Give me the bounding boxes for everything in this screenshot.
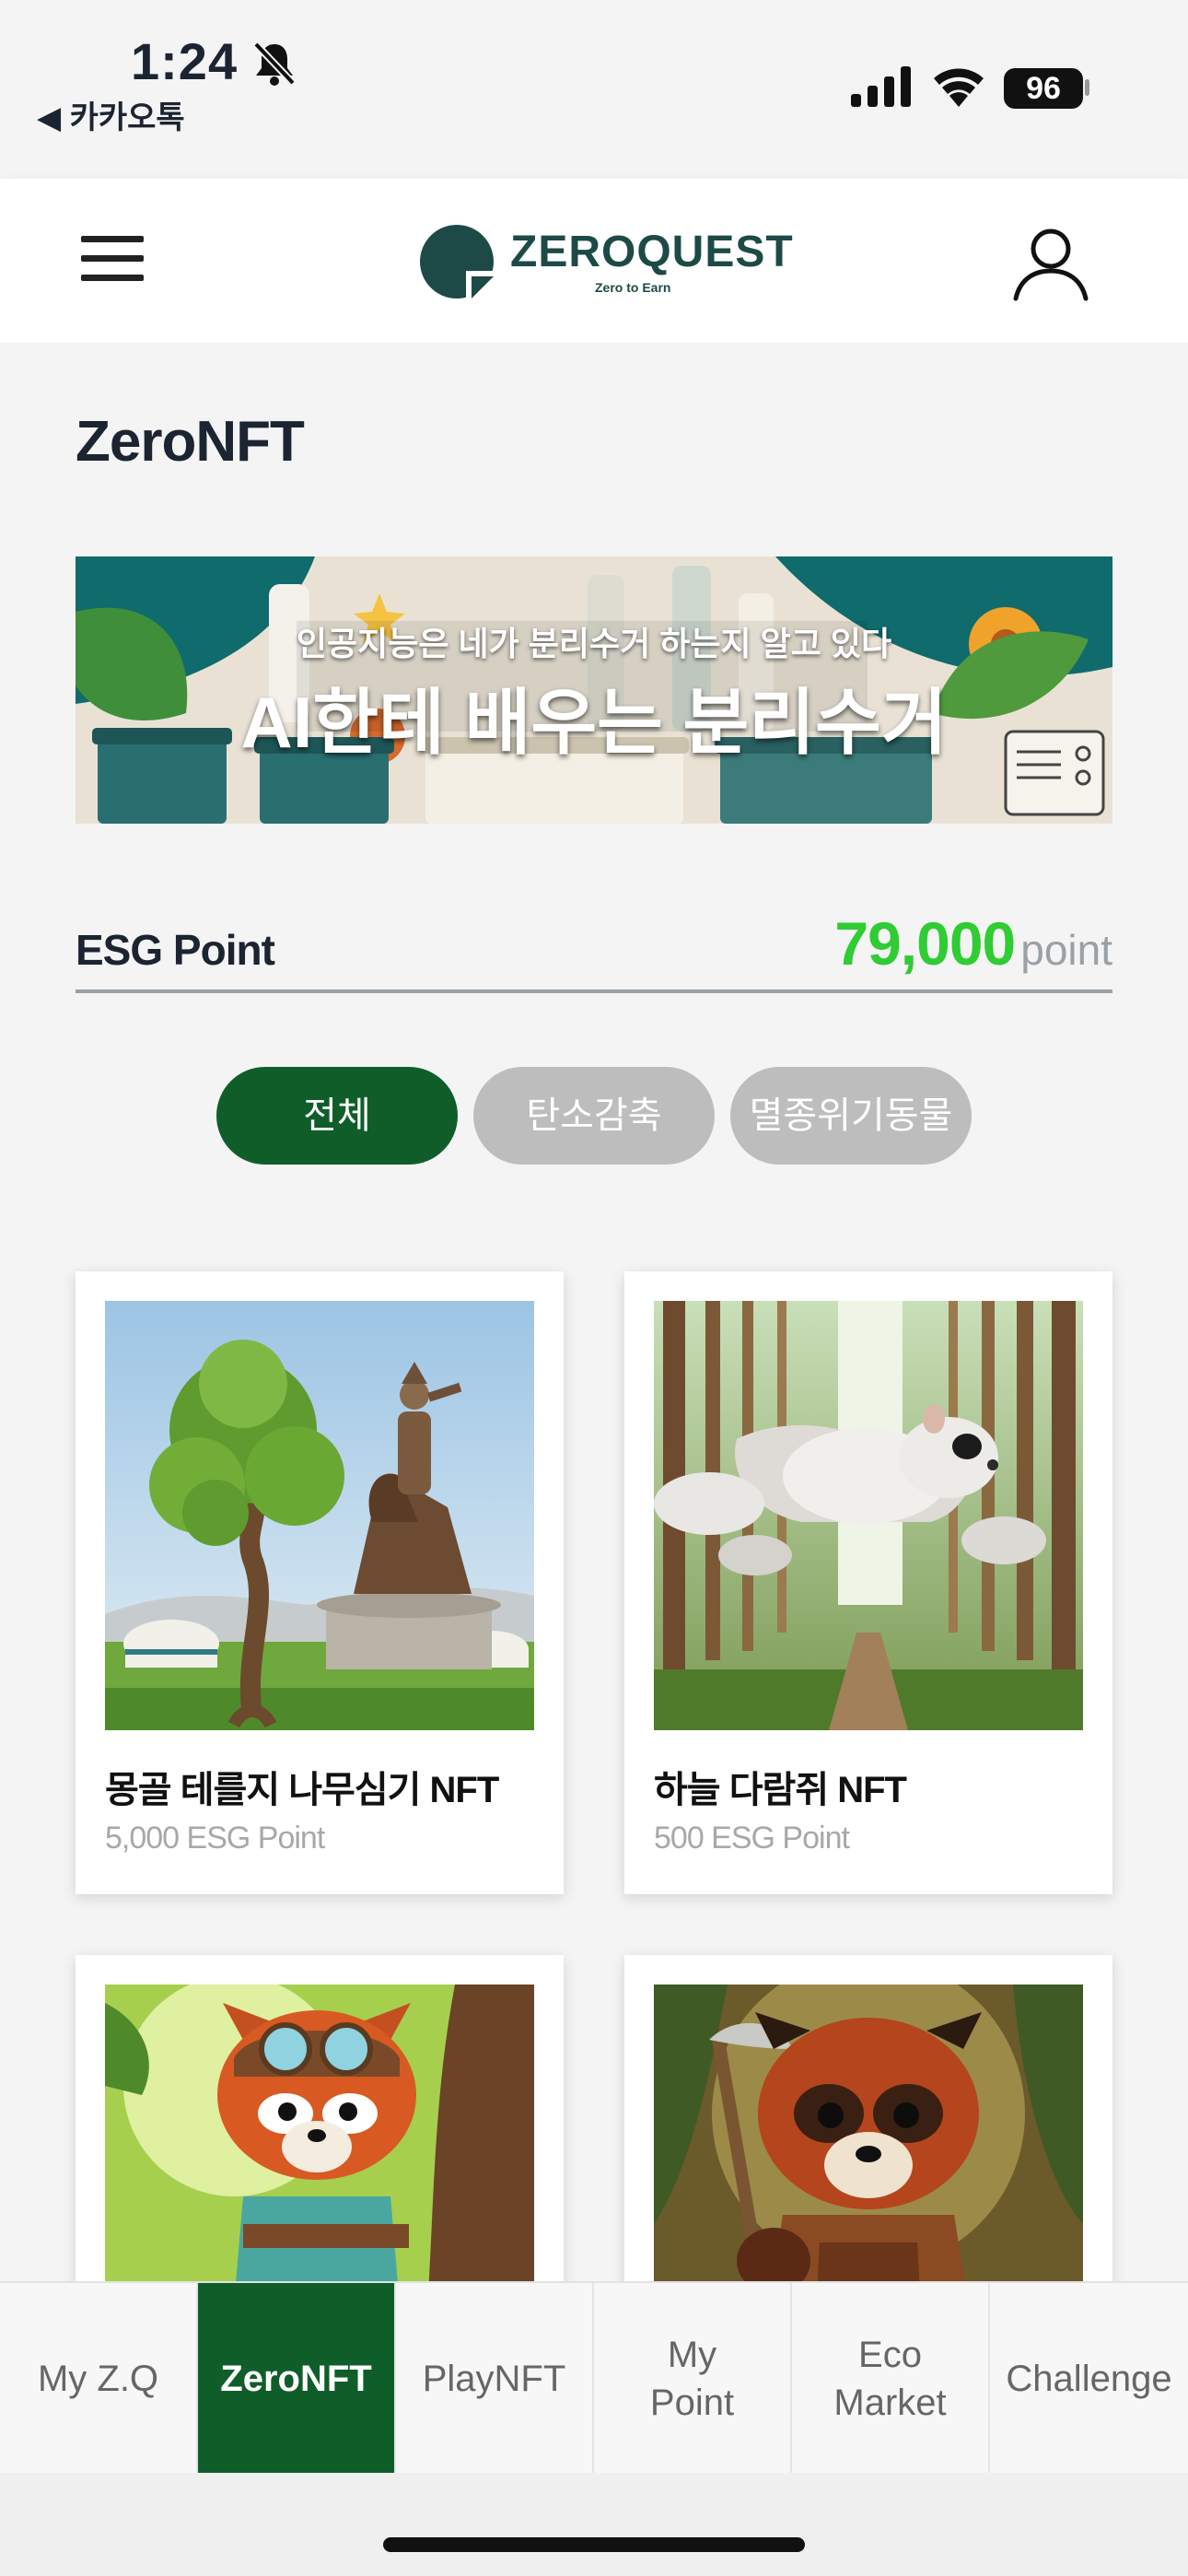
- tab-eco-market[interactable]: Eco Market: [792, 2283, 990, 2475]
- banner-subtitle: 인공지능은 네가 분리수거 하는지 알고 있다: [296, 625, 892, 662]
- tab-zeronft[interactable]: ZeroNFT: [198, 2283, 396, 2475]
- nft-card[interactable]: 몽골 테를지 나무심기 NFT 5,000 ESG Point: [76, 1271, 564, 1894]
- main-content: ZeroNFT 인공지능은 네가 분리수거 하는지 알고 있다 AI한테 배우는…: [0, 343, 1188, 2281]
- esg-point-value: 79,000 point: [834, 908, 1112, 978]
- tab-my-point[interactable]: My Point: [594, 2283, 792, 2475]
- bell-slash-icon: [253, 41, 296, 86]
- tab-label: My Point: [649, 2335, 735, 2423]
- category-filters: 전체 탄소감축 멸종위기동물: [0, 1067, 1188, 1165]
- nft-image-red-panda-warrior[interactable]: [654, 1985, 1083, 2281]
- nft-image-red-panda-explorer[interactable]: [105, 1985, 534, 2281]
- tab-label: Eco Market: [833, 2335, 947, 2423]
- tab-challenge[interactable]: Challenge: [990, 2283, 1188, 2475]
- logo-mark-icon: [420, 225, 494, 299]
- bottom-tab-bar: My Z.Q ZeroNFT PlayNFT My Point Eco Mark…: [0, 2281, 1188, 2475]
- logo-tagline: Zero to Earn: [595, 280, 671, 295]
- app-header: ZEROQUEST Zero to Earn: [0, 179, 1188, 343]
- nft-card-title: 몽골 테를지 나무심기 NFT: [105, 1770, 499, 1810]
- home-indicator-area: [0, 2473, 1188, 2576]
- tab-label: Challenge: [1006, 2359, 1172, 2399]
- nft-image-mongolia-tree[interactable]: [105, 1301, 534, 1730]
- tab-label: My Z.Q: [37, 2359, 159, 2399]
- nft-card-title: 하늘 다람쥐 NFT: [654, 1770, 907, 1810]
- promo-banner[interactable]: 인공지능은 네가 분리수거 하는지 알고 있다 AI한테 배우는 분리수거: [76, 556, 1112, 824]
- tab-playnft[interactable]: PlayNFT: [396, 2283, 594, 2475]
- cellular-signal-icon: [851, 66, 911, 107]
- status-time: 1:24: [131, 32, 239, 90]
- battery-nub: [1085, 79, 1089, 96]
- filter-chip-all[interactable]: 전체: [216, 1067, 458, 1165]
- tab-label: ZeroNFT: [220, 2359, 372, 2399]
- user-profile-icon[interactable]: [1011, 227, 1090, 302]
- logo-wordmark: ZEROQUEST: [510, 228, 794, 276]
- hamburger-menu-icon[interactable]: [81, 236, 144, 282]
- filter-chip-endangered-animals[interactable]: 멸종위기동물: [730, 1067, 972, 1165]
- back-to-app-link[interactable]: ◀ 카카오톡: [37, 92, 185, 137]
- nft-card[interactable]: 하늘 다람쥐 NFT 500 ESG Point: [624, 1271, 1112, 1894]
- battery-icon: 96: [1004, 68, 1083, 109]
- nft-card[interactable]: [76, 1955, 564, 2281]
- wifi-icon: [934, 68, 984, 107]
- esg-point-unit: point: [1020, 926, 1112, 974]
- esg-point-amount: 79,000: [834, 909, 1016, 978]
- nft-card-price: 5,000 ESG Point: [105, 1821, 325, 1856]
- nft-image-flying-squirrel[interactable]: [654, 1301, 1083, 1730]
- tab-my-zq[interactable]: My Z.Q: [0, 2283, 198, 2475]
- page-title: ZeroNFT: [76, 410, 305, 474]
- status-bar: 1:24 ◀ 카카오톡 96: [0, 0, 1188, 179]
- filter-chip-carbon-reduction[interactable]: 탄소감축: [473, 1067, 715, 1165]
- nft-card-price: 500 ESG Point: [654, 1821, 850, 1856]
- esg-point-summary: ESG Point 79,000 point: [76, 888, 1112, 993]
- zeroquest-logo[interactable]: ZEROQUEST Zero to Earn: [420, 223, 793, 300]
- tab-label: PlayNFT: [422, 2359, 566, 2399]
- home-indicator[interactable]: [383, 2537, 805, 2552]
- nft-card[interactable]: [624, 1955, 1112, 2281]
- banner-title: AI한테 배우는 분리수거: [240, 682, 948, 763]
- esg-point-label: ESG Point: [76, 926, 275, 974]
